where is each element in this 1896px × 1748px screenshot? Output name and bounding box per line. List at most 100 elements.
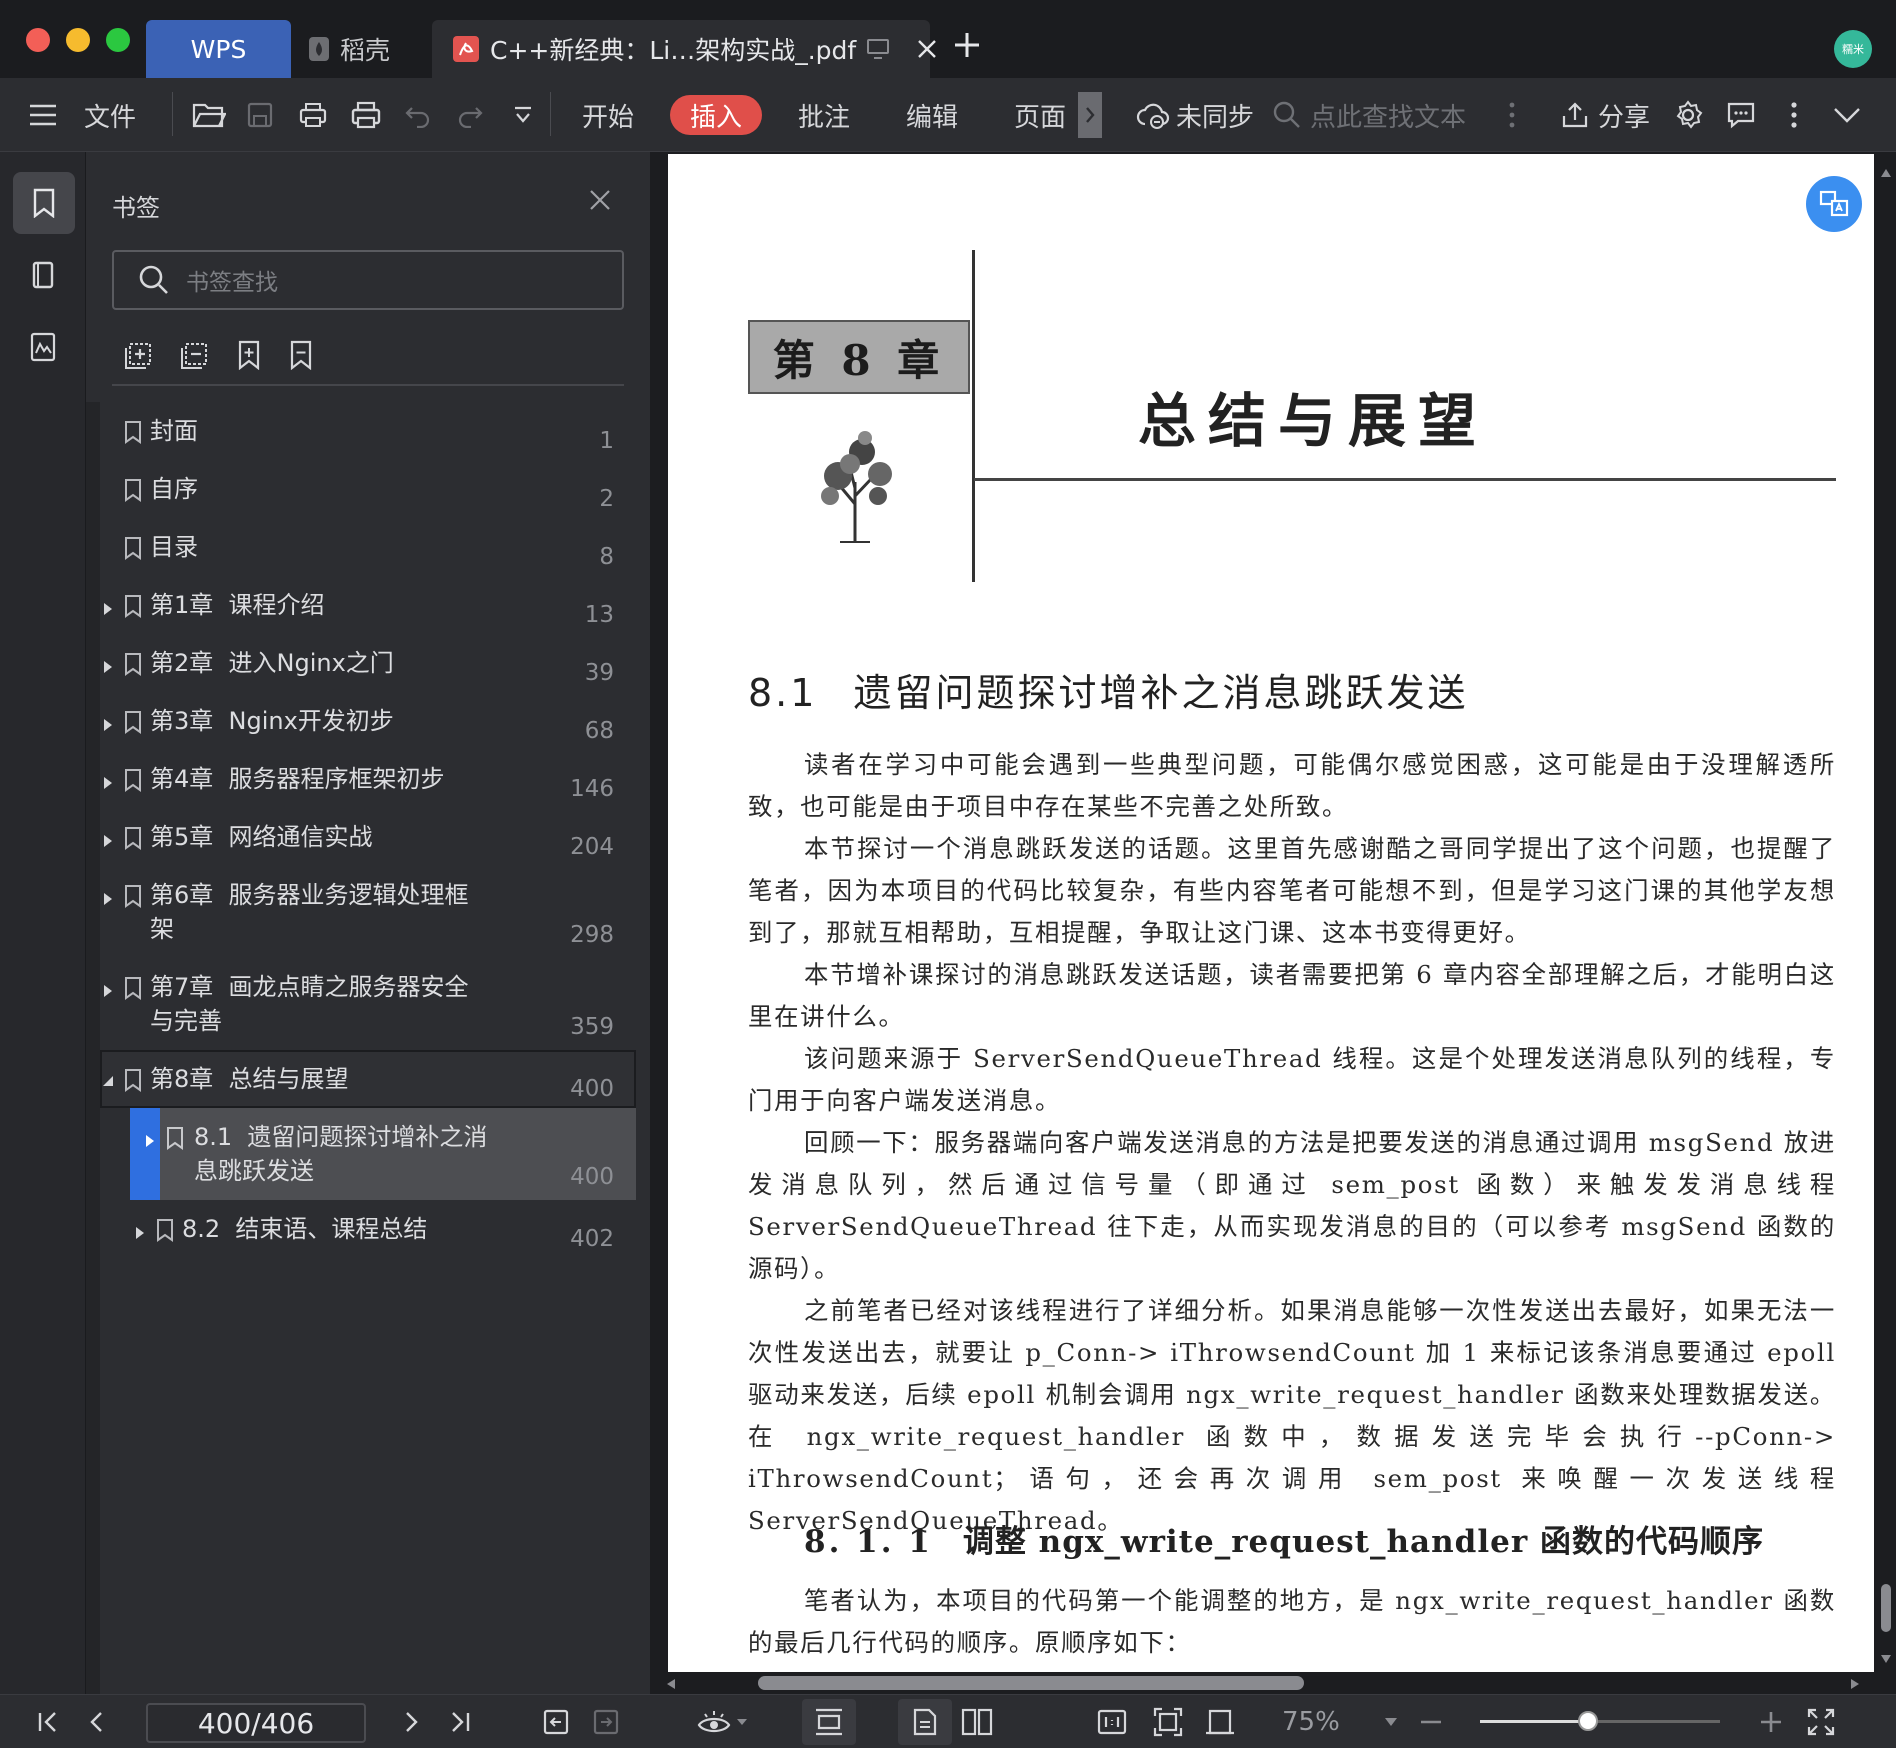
bookmark-item[interactable]: 第4章 服务器程序框架初步 146	[100, 750, 636, 808]
zoom-out-icon[interactable]	[1418, 1695, 1444, 1748]
collapse-arrow-icon[interactable]	[102, 1074, 114, 1088]
menu-start[interactable]: 开始	[582, 78, 634, 152]
comment-icon[interactable]	[1726, 78, 1756, 152]
zoom-slider-handle[interactable]	[1578, 1711, 1598, 1731]
scroll-right-icon[interactable]	[1850, 1678, 1860, 1690]
actual-size-icon[interactable]	[1096, 1695, 1128, 1748]
scroll-down-icon[interactable]	[1880, 1654, 1892, 1664]
bookmark-item-active[interactable]: 8.1 遗留问题探讨增补之消 息跳跃发送 400	[130, 1108, 636, 1200]
share-button[interactable]: 分享	[1560, 78, 1650, 152]
sign-annotation-icon[interactable]	[13, 316, 75, 378]
expand-arrow-icon[interactable]	[102, 776, 114, 790]
more-vertical-icon[interactable]	[1508, 78, 1516, 152]
expand-arrow-icon[interactable]	[102, 660, 114, 674]
zoom-in-icon[interactable]	[1758, 1695, 1784, 1748]
file-menu[interactable]: 文件	[84, 78, 136, 152]
bookmark-item[interactable]: 封面 1	[100, 402, 636, 460]
two-page-view-icon[interactable]	[960, 1695, 994, 1748]
bookmark-item[interactable]: 第6章 服务器业务逻辑处理框 架 298	[100, 866, 636, 958]
hamburger-menu-icon[interactable]	[28, 78, 58, 152]
close-tab-icon[interactable]	[916, 38, 938, 60]
tab-pdf-document[interactable]: C++新经典：Li…架构实战_.pdf	[432, 20, 937, 78]
back-navigation-icon[interactable]	[542, 1695, 570, 1748]
bookmark-item[interactable]: 自序 2	[100, 460, 636, 518]
expand-arrow-icon[interactable]	[102, 984, 114, 998]
tab-wps[interactable]: WPS	[146, 20, 291, 78]
expand-arrow-icon[interactable]	[102, 718, 114, 732]
quick-access-dropdown-icon[interactable]	[512, 78, 534, 152]
bookmark-item[interactable]: 第1章 课程介绍 13	[100, 576, 636, 634]
collapse-all-icon[interactable]	[180, 340, 210, 370]
bookmark-item[interactable]: 目录 8	[100, 518, 636, 576]
fit-page-icon[interactable]	[1152, 1695, 1184, 1748]
bookmark-search-input[interactable]: 书签查找	[112, 250, 624, 310]
page-number-input[interactable]: 400/406	[146, 1703, 366, 1743]
new-tab-button[interactable]	[950, 28, 984, 62]
menu-page[interactable]: 页面	[1014, 78, 1066, 152]
fit-width-icon[interactable]	[802, 1699, 856, 1745]
horizontal-scrollbar[interactable]	[650, 1672, 1896, 1694]
expand-arrow-icon[interactable]	[134, 1226, 146, 1240]
prev-page-icon[interactable]	[88, 1695, 104, 1748]
fullscreen-icon[interactable]	[1806, 1695, 1836, 1748]
scroll-up-icon[interactable]	[1880, 168, 1892, 178]
remove-bookmark-icon[interactable]	[288, 340, 314, 370]
bookmark-item[interactable]: 第2章 进入Nginx之门 39	[100, 634, 636, 692]
expand-arrow-icon[interactable]	[102, 834, 114, 848]
monitor-icon[interactable]	[866, 38, 890, 60]
undo-icon[interactable]	[404, 78, 432, 152]
menu-edit[interactable]: 编辑	[906, 78, 958, 152]
sync-status[interactable]: 未同步	[1136, 78, 1254, 152]
add-bookmark-icon[interactable]	[236, 340, 262, 370]
search-icon	[1273, 101, 1300, 128]
subsection-number: 8. 1. 1	[804, 1524, 933, 1560]
menu-more-arrow[interactable]	[1078, 78, 1102, 152]
redo-icon[interactable]	[456, 78, 484, 152]
bookmark-panel-icon[interactable]	[13, 172, 75, 234]
first-page-icon[interactable]	[36, 1695, 60, 1748]
last-page-icon[interactable]	[448, 1695, 472, 1748]
translate-float-button[interactable]	[1806, 176, 1862, 232]
forward-navigation-icon[interactable]	[592, 1695, 620, 1748]
vertical-scroll-thumb[interactable]	[1881, 1584, 1891, 1632]
menu-comment[interactable]: 批注	[798, 78, 850, 152]
panel-scroll-track[interactable]	[86, 402, 100, 1694]
bookmark-tools	[124, 340, 314, 370]
vertical-scrollbar[interactable]	[1876, 152, 1896, 1672]
settings-gear-icon[interactable]	[1672, 78, 1704, 152]
maximize-window-button[interactable]	[106, 28, 130, 52]
tab-daoke[interactable]: 稻壳	[308, 20, 428, 78]
rotate-page-icon[interactable]	[1204, 1695, 1236, 1748]
bookmark-item[interactable]: 第5章 网络通信实战 204	[100, 808, 636, 866]
thumbnail-icon[interactable]	[13, 244, 75, 306]
next-page-icon[interactable]	[404, 1695, 420, 1748]
bookmark-item[interactable]: 8.2 结束语、课程总结 402	[100, 1200, 636, 1258]
bookmark-item[interactable]: 第8章 总结与展望 400	[100, 1050, 636, 1108]
print-icon[interactable]	[298, 78, 328, 152]
minimize-window-button[interactable]	[66, 28, 90, 52]
horizontal-scroll-thumb[interactable]	[758, 1676, 1304, 1690]
expand-arrow-icon[interactable]	[102, 892, 114, 906]
scroll-left-icon[interactable]	[666, 1678, 676, 1690]
eye-protection-icon[interactable]	[696, 1695, 748, 1748]
expand-all-icon[interactable]	[124, 340, 154, 370]
collapse-toolbar-icon[interactable]	[1832, 78, 1862, 152]
close-window-button[interactable]	[26, 28, 50, 52]
print-preview-icon[interactable]	[350, 78, 382, 152]
avatar[interactable]: 糯米	[1834, 30, 1872, 68]
bookmark-item[interactable]: 第7章 画龙点睛之服务器安全 与完善 359	[100, 958, 636, 1050]
document-search[interactable]: 点此查找文本	[1272, 78, 1466, 152]
expand-arrow-icon[interactable]	[102, 602, 114, 616]
expand-arrow-icon[interactable]	[144, 1134, 156, 1148]
zoom-value[interactable]: 75%	[1282, 1695, 1340, 1748]
close-panel-icon[interactable]	[588, 188, 612, 212]
bookmark-item[interactable]: 第3章 Nginx开发初步 68	[100, 692, 636, 750]
menu-insert[interactable]: 插入	[670, 95, 763, 135]
document-viewport[interactable]: 第 8 章 总结与展望 8.1 遗留问题探讨增补之消息跳跃发送 读者在学习中可能会…	[650, 152, 1896, 1694]
zoom-slider[interactable]	[1480, 1711, 1720, 1731]
more-options-icon[interactable]	[1790, 78, 1798, 152]
single-page-view-icon[interactable]	[898, 1699, 952, 1745]
save-icon[interactable]	[246, 78, 274, 152]
open-folder-icon[interactable]	[192, 78, 226, 152]
zoom-dropdown-icon[interactable]	[1384, 1695, 1398, 1748]
